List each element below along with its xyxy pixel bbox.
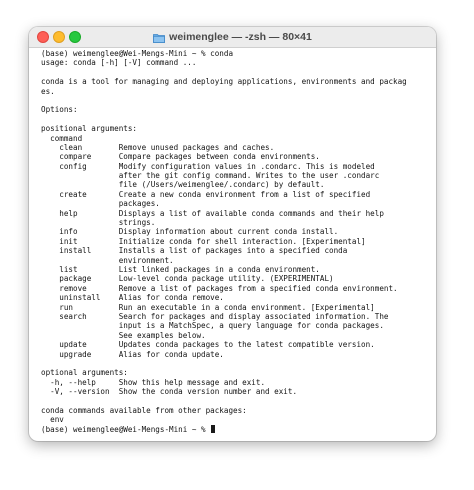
window-title-text: weimenglee — -zsh — 80×41 bbox=[169, 31, 312, 43]
terminal-line: info Display information about current c… bbox=[41, 227, 339, 237]
shell-prompt: (base) weimenglee@Wei-Mengs-Mini ~ % bbox=[41, 424, 211, 434]
terminal-line: uninstall Alias for conda remove. bbox=[41, 293, 224, 303]
terminal-line: after the git config command. Writes to … bbox=[41, 171, 380, 181]
window-title: weimenglee — -zsh — 80×41 bbox=[29, 27, 436, 47]
terminal-line: help Displays a list of available conda … bbox=[41, 208, 384, 218]
prompt-line[interactable]: (base) weimenglee@Wei-Mengs-Mini ~ % bbox=[41, 425, 430, 434]
terminal-line: command bbox=[41, 133, 83, 143]
terminal-line: conda commands available from other pack… bbox=[41, 405, 247, 415]
terminal-line: es. bbox=[41, 86, 55, 96]
terminal-line: (base) weimenglee@Wei-Mengs-Mini ~ % con… bbox=[41, 49, 234, 58]
terminal-line: remove Remove a list of packages from a … bbox=[41, 283, 398, 293]
terminal-line: usage: conda [-h] [-V] command ... bbox=[41, 58, 197, 68]
terminal-line: positional arguments: bbox=[41, 124, 138, 134]
terminal-line: update Updates conda packages to the lat… bbox=[41, 340, 375, 350]
terminal-line: list List linked packages in a conda env… bbox=[41, 264, 320, 274]
terminal-line: conda is a tool for managing and deployi… bbox=[41, 77, 407, 87]
terminal-line: optional arguments: bbox=[41, 368, 128, 378]
terminal-line: -h, --help Show this help message and ex… bbox=[41, 377, 266, 387]
folder-icon bbox=[153, 31, 166, 43]
terminal-line: create Create a new conda environment fr… bbox=[41, 189, 371, 199]
terminal-line: strings. bbox=[41, 218, 156, 228]
terminal-line: upgrade Alias for conda update. bbox=[41, 349, 224, 359]
terminal-line: environment. bbox=[41, 255, 174, 265]
terminal-output[interactable]: (base) weimenglee@Wei-Mengs-Mini ~ % con… bbox=[41, 49, 430, 437]
terminal-line: See examples below. bbox=[41, 330, 206, 340]
terminal-line: input is a MatchSpec, a query language f… bbox=[41, 321, 384, 331]
terminal-line: init Initialize conda for shell interact… bbox=[41, 236, 366, 246]
terminal-line: packages. bbox=[41, 199, 160, 209]
terminal-line: install Installs a list of packages into… bbox=[41, 246, 348, 256]
terminal-line: file (/Users/weimenglee/.condarc) by def… bbox=[41, 180, 325, 190]
terminal-line: config Modify configuration values in .c… bbox=[41, 161, 375, 171]
terminal-line: clean Remove unused packages and caches. bbox=[41, 142, 275, 152]
terminal-line: search Search for packages and display a… bbox=[41, 311, 389, 321]
title-bar[interactable]: weimenglee — -zsh — 80×41 bbox=[29, 27, 436, 48]
terminal-line: Options: bbox=[41, 105, 78, 115]
terminal-line: env bbox=[41, 415, 64, 425]
terminal-line: run Run an executable in a conda environ… bbox=[41, 302, 375, 312]
terminal-line: -V, --version Show the conda version num… bbox=[41, 387, 298, 397]
text-cursor bbox=[211, 425, 216, 434]
terminal-window: weimenglee — -zsh — 80×41 (base) weimeng… bbox=[29, 27, 436, 441]
terminal-line: package Low-level conda package utility.… bbox=[41, 274, 334, 284]
terminal-line: compare Compare packages between conda e… bbox=[41, 152, 320, 162]
